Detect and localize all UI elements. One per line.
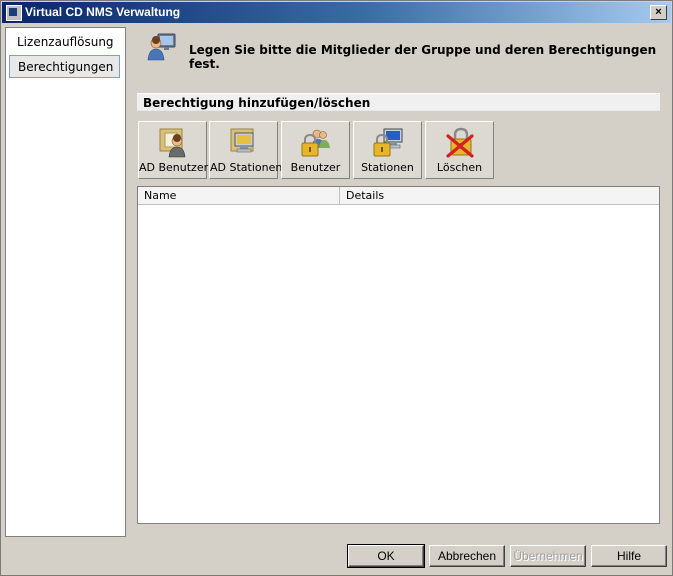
cancel-button[interactable]: Abbrechen (429, 545, 505, 567)
delete-lock-icon (446, 127, 474, 158)
station-lock-icon (373, 128, 403, 157)
dialog-window: Virtual CD NMS Verwaltung × Lizenzauflös… (0, 0, 673, 576)
content-pane: Legen Sie bitte die Mitglieder der Grupp… (127, 27, 668, 535)
column-header-name[interactable]: Name (138, 187, 340, 205)
nav-item-label: Lizenzauflösung (17, 35, 114, 49)
ad-user-button[interactable]: AD Benutzer (138, 121, 209, 179)
apply-button-label: Übernehmen (513, 549, 583, 563)
column-header-label: Name (144, 189, 177, 202)
title-bar[interactable]: Virtual CD NMS Verwaltung × (2, 2, 671, 23)
station-button[interactable]: Stationen (353, 121, 422, 179)
user-lock-icon (301, 129, 330, 157)
header-instruction: Legen Sie bitte die Mitglieder der Grupp… (189, 43, 657, 71)
ad-user-icon (159, 128, 186, 158)
apply-button[interactable]: Übernehmen (510, 545, 586, 567)
section-title: Berechtigung hinzufügen/löschen (143, 96, 371, 110)
close-icon: × (655, 6, 662, 18)
nav-item-label: Berechtigungen (18, 60, 114, 74)
app-icon (6, 5, 22, 21)
cancel-button-label: Abbrechen (437, 549, 497, 563)
help-button[interactable]: Hilfe (591, 545, 667, 567)
ok-button[interactable]: OK (347, 544, 425, 568)
nav-item-lizenzaufloesung[interactable]: Lizenzauflösung (9, 31, 120, 54)
user-button[interactable]: Benutzer (281, 121, 350, 179)
window-title: Virtual CD NMS Verwaltung (25, 5, 181, 19)
ad-station-button[interactable]: AD Stationen (209, 121, 283, 179)
help-button-label: Hilfe (616, 549, 641, 563)
toolbar-button-label: Löschen (436, 161, 483, 174)
ad-station-icon (230, 128, 254, 153)
column-header-label: Details (346, 189, 385, 202)
toolbar-button-label: Stationen (361, 161, 414, 174)
nav-item-berechtigungen[interactable]: Berechtigungen (9, 55, 120, 78)
delete-button[interactable]: Löschen (425, 121, 494, 179)
section-heading: Berechtigung hinzufügen/löschen (137, 93, 660, 111)
toolbar-button-label: AD Stationen (210, 161, 283, 174)
toolbar-button-label: AD Benutzer (139, 161, 209, 174)
users-monitor-icon (147, 33, 176, 61)
ok-button-label: OK (377, 549, 395, 563)
nav-pane: Lizenzauflösung Berechtigungen (5, 27, 126, 537)
close-button[interactable]: × (650, 5, 667, 20)
column-header-details[interactable]: Details (340, 187, 659, 205)
toolbar-button-label: Benutzer (290, 161, 341, 174)
permissions-list[interactable]: Name Details (137, 186, 660, 524)
